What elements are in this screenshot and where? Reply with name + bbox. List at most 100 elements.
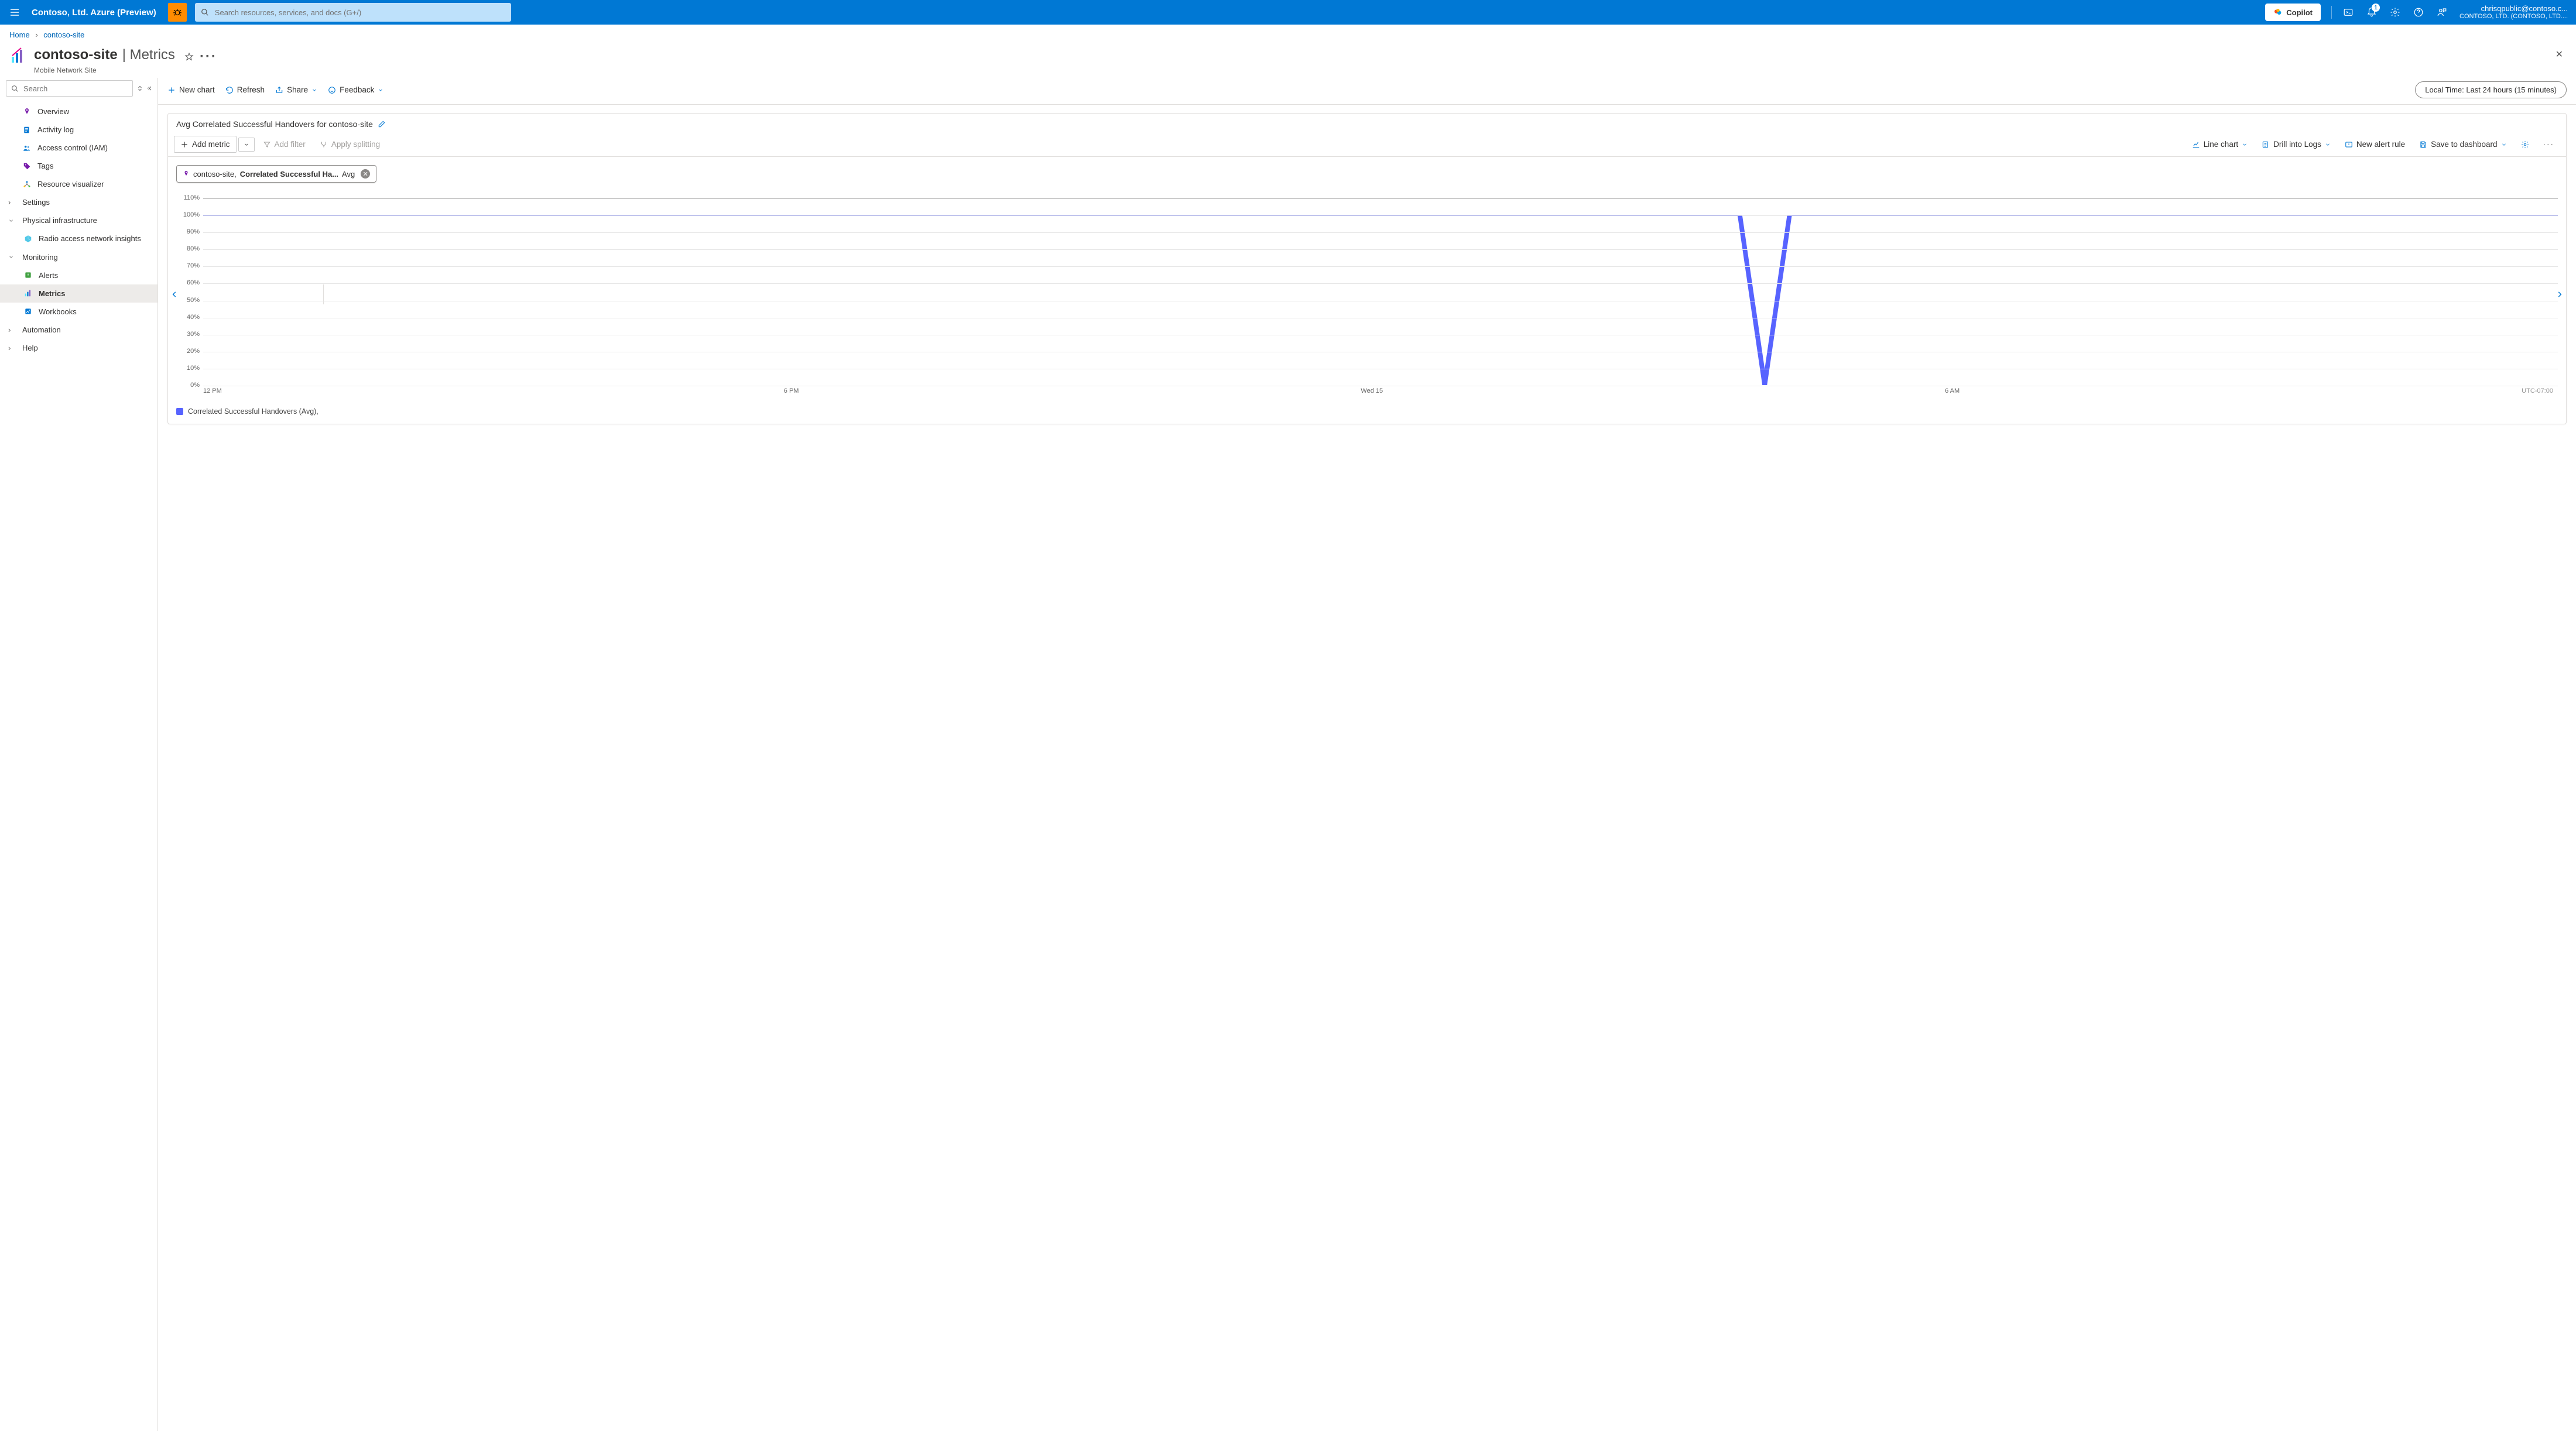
nav-tags[interactable]: Tags xyxy=(0,157,157,175)
cloud-shell-button[interactable] xyxy=(2337,0,2360,25)
y-axis: 110%100%90%80%70%60%50%40%30%20%10%0% xyxy=(176,198,203,385)
add-metric-button[interactable]: Add metric xyxy=(174,136,237,153)
nav-settings[interactable]: › Settings xyxy=(0,193,157,211)
nav-ran-insights[interactable]: Radio access network insights xyxy=(0,229,157,248)
y-tick: 50% xyxy=(187,297,200,304)
nav-physical-infrastructure[interactable]: Physical infrastructure xyxy=(0,211,157,229)
y-tick: 70% xyxy=(187,262,200,269)
action-label: Line chart xyxy=(2204,140,2238,149)
breadcrumb-page-link[interactable]: contoso-site xyxy=(43,30,84,39)
chevron-right-icon: › xyxy=(8,198,16,207)
nav-label: Physical infrastructure xyxy=(22,216,97,225)
action-label: Share xyxy=(287,85,308,94)
notifications-button[interactable]: 1 xyxy=(2360,0,2383,25)
metrics-chart-card: Avg Correlated Successful Handovers for … xyxy=(167,113,2567,424)
breadcrumb-separator: › xyxy=(35,30,37,39)
chart-more-button[interactable]: ··· xyxy=(2537,136,2561,152)
resource-menu: Overview Activity log Access control (IA… xyxy=(0,102,157,1419)
plus-icon xyxy=(167,86,176,94)
filter-icon xyxy=(263,140,271,149)
split-icon xyxy=(320,140,328,149)
nav-help[interactable]: › Help xyxy=(0,339,157,357)
nav-automation[interactable]: › Automation xyxy=(0,321,157,339)
account-menu[interactable]: chrisqpublic@contoso.c... CONTOSO, LTD. … xyxy=(2454,4,2576,21)
close-blade-button[interactable]: ✕ xyxy=(2552,45,2567,64)
global-search-input[interactable] xyxy=(214,3,505,22)
expand-collapse-button[interactable] xyxy=(136,85,143,92)
preview-bug-icon[interactable] xyxy=(168,3,187,22)
action-label: Save to dashboard xyxy=(2431,140,2497,149)
x-tick: Wed 15 xyxy=(1361,387,1383,394)
favorite-star-icon[interactable] xyxy=(184,52,194,61)
resource-type-label: Mobile Network Site xyxy=(34,66,217,74)
refresh-button[interactable]: Refresh xyxy=(225,85,265,94)
copilot-button[interactable]: Copilot xyxy=(2265,4,2321,21)
save-icon xyxy=(2419,140,2427,149)
tag-icon xyxy=(23,162,31,170)
share-button[interactable]: Share xyxy=(275,85,317,94)
hierarchy-icon xyxy=(23,180,31,188)
nav-activity-log[interactable]: Activity log xyxy=(0,121,157,139)
nav-label: Automation xyxy=(22,325,61,334)
more-actions-button[interactable]: ··· xyxy=(200,49,217,65)
settings-button[interactable] xyxy=(2383,0,2407,25)
new-alert-rule-button[interactable]: New alert rule xyxy=(2339,136,2411,152)
copilot-icon xyxy=(2273,8,2283,17)
breadcrumb-home-link[interactable]: Home xyxy=(9,30,30,39)
drill-into-logs-button[interactable]: Drill into Logs xyxy=(2256,136,2337,152)
nav-workbooks[interactable]: Workbooks xyxy=(0,303,157,321)
time-range-picker[interactable]: Local Time: Last 24 hours (15 minutes) xyxy=(2415,81,2567,98)
metric-pill[interactable]: contoso-site, Correlated Successful Ha..… xyxy=(176,165,376,183)
action-label: Add filter xyxy=(275,140,306,149)
y-tick: 100% xyxy=(183,211,200,218)
help-button[interactable] xyxy=(2407,0,2430,25)
chevron-down-icon xyxy=(311,87,317,93)
nav-monitoring[interactable]: Monitoring xyxy=(0,248,157,266)
add-metric-dropdown[interactable] xyxy=(238,138,255,152)
chart-plot-wrap: 110%100%90%80%70%60%50%40%30%20%10%0% 12… xyxy=(168,186,2566,403)
people-icon xyxy=(23,144,31,152)
new-chart-button[interactable]: New chart xyxy=(167,85,215,94)
share-icon xyxy=(275,86,283,94)
gear-icon xyxy=(2521,140,2529,149)
nav-alerts[interactable]: Alerts xyxy=(0,266,157,284)
metric-aggregation: Avg xyxy=(342,170,355,179)
feedback-link[interactable]: Feedback xyxy=(328,85,383,94)
action-label: New alert rule xyxy=(2356,140,2405,149)
feedback-button[interactable] xyxy=(2430,0,2454,25)
global-search[interactable] xyxy=(195,3,511,22)
y-tick: 0% xyxy=(190,382,200,389)
resource-menu-search[interactable] xyxy=(6,80,133,97)
logs-icon xyxy=(2262,140,2270,149)
nav-label: Overview xyxy=(37,107,69,116)
metric-name: Correlated Successful Ha... xyxy=(240,170,338,179)
pin-icon xyxy=(23,108,31,116)
gridline xyxy=(203,198,2558,199)
y-tick: 40% xyxy=(187,314,200,321)
page-title: contoso-site | Metrics ··· xyxy=(34,45,217,65)
hamburger-menu-button[interactable] xyxy=(0,0,29,25)
gridline xyxy=(203,266,2558,267)
section-name: Metrics xyxy=(130,47,175,63)
portal-brand-label: Contoso, Ltd. Azure (Preview) xyxy=(29,8,165,18)
log-icon xyxy=(23,126,31,134)
edit-title-button[interactable] xyxy=(378,120,386,128)
nav-label: Tags xyxy=(37,162,53,170)
chart-plot[interactable]: 110%100%90%80%70%60%50%40%30%20%10%0% xyxy=(176,198,2558,385)
nav-metrics[interactable]: Metrics xyxy=(0,284,157,303)
collapse-menu-button[interactable] xyxy=(147,85,154,92)
account-tenant: CONTOSO, LTD. (CONTOSO, LTD.... xyxy=(2459,13,2568,20)
blade-content: New chart Refresh Share Feedback Local T… xyxy=(158,78,2576,1431)
cube-icon xyxy=(24,235,32,243)
save-to-dashboard-button[interactable]: Save to dashboard xyxy=(2413,136,2512,152)
nav-resource-visualizer[interactable]: Resource visualizer xyxy=(0,175,157,193)
nav-overview[interactable]: Overview xyxy=(0,102,157,121)
nav-label: Alerts xyxy=(39,271,58,280)
chart-type-button[interactable]: Line chart xyxy=(2186,136,2253,152)
x-tick: 12 PM xyxy=(203,387,222,394)
chart-settings-button[interactable] xyxy=(2515,137,2535,152)
gear-icon xyxy=(2390,7,2400,18)
resource-menu-search-input[interactable] xyxy=(22,84,128,94)
remove-metric-button[interactable]: ✕ xyxy=(361,169,370,179)
nav-iam[interactable]: Access control (IAM) xyxy=(0,139,157,157)
